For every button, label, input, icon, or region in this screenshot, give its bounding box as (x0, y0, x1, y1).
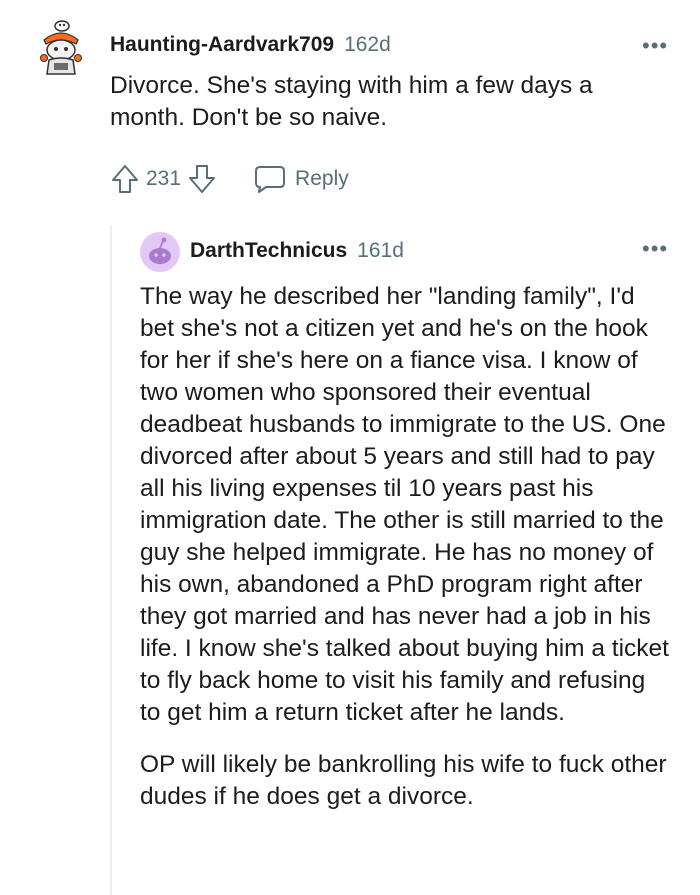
reply-avatar[interactable] (140, 232, 180, 272)
comment-age: 162d (344, 33, 391, 56)
vote-count: 231 (146, 167, 182, 190)
comment-body-text: Divorce. She's staying with him a few da… (110, 72, 593, 131)
reply-paragraph: OP will likely be bankrolling his wife t… (140, 751, 667, 810)
reply-age: 161d (357, 239, 404, 262)
comment-username[interactable]: Haunting-Aardvark709 (110, 33, 334, 57)
downvote-button[interactable] (187, 163, 217, 195)
downvote-arrow-icon (189, 165, 216, 193)
reply-body: The way he described her "landing family… (140, 281, 670, 813)
default-snoo-avatar-icon (140, 232, 180, 272)
reply-more-options-button[interactable]: ••• (642, 236, 668, 262)
reply-label: Reply (295, 167, 349, 190)
reply-username[interactable]: DarthTechnicus (190, 239, 347, 263)
upvote-button[interactable] (110, 163, 140, 195)
comment-more-options-button[interactable]: ••• (642, 33, 668, 59)
comment-actions: 231 Reply (110, 163, 349, 195)
comment-header: Haunting-Aardvark709 162d (110, 33, 391, 57)
reply-button[interactable]: Reply (253, 164, 349, 194)
comment-bubble-icon (255, 166, 286, 193)
upvote-arrow-icon (112, 165, 138, 193)
comment-body: Divorce. She's staying with him a few da… (110, 70, 670, 134)
thread-line[interactable] (110, 225, 112, 895)
comment-avatar[interactable] (36, 18, 86, 78)
snoo-avatar-icon (40, 20, 82, 75)
reply-paragraph: The way he described her "landing family… (140, 283, 669, 726)
reply-header: DarthTechnicus 161d (190, 239, 404, 263)
